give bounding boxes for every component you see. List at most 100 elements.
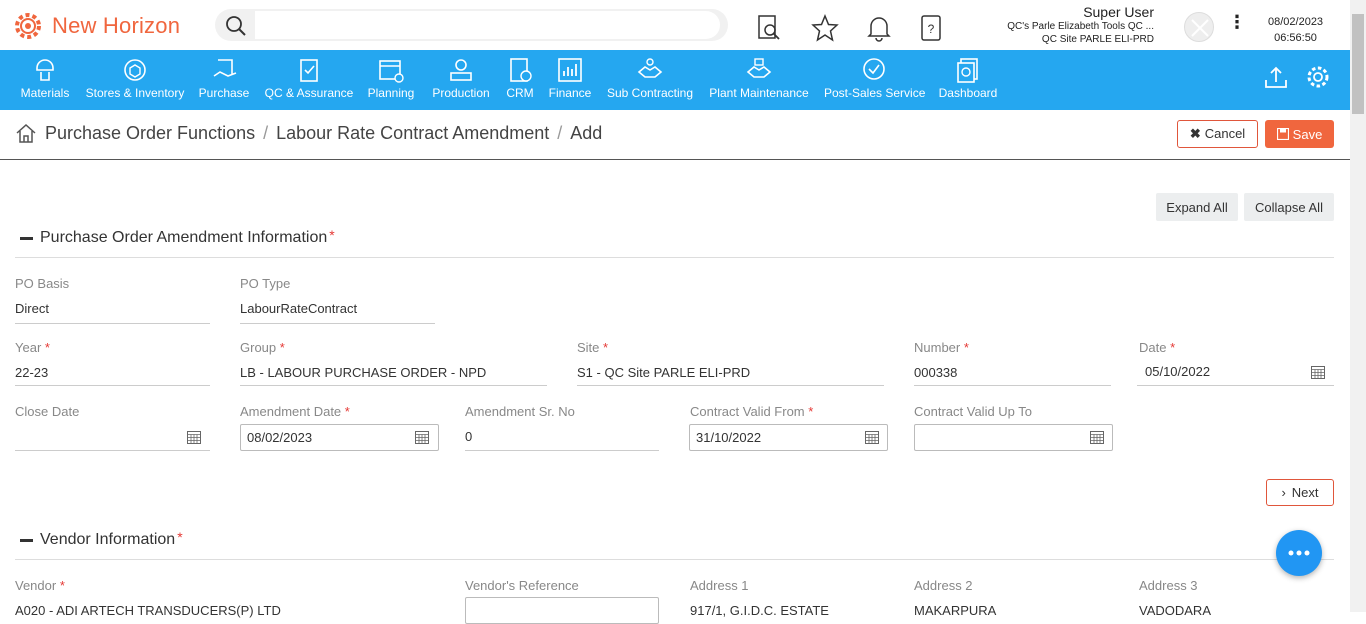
app-title: New Horizon [52,13,181,38]
expand-all-button[interactable]: Expand All [1156,193,1238,221]
chat-button[interactable] [1276,530,1322,576]
contract-valid-from-input[interactable]: 31/10/2022 [689,424,888,451]
chat-ellipsis-icon [1288,550,1310,556]
number-label: Number * [914,340,969,355]
calendar-icon[interactable] [415,430,429,444]
calendar-icon[interactable] [1311,365,1325,379]
nav-item-post-sales-service[interactable]: Post-Sales Service [824,50,926,110]
vendor-value[interactable]: A020 - ADI ARTECH TRANSDUCERS(P) LTD [15,603,281,618]
help-document-icon[interactable]: ? [920,14,942,42]
nav-label: Purchase [198,86,250,100]
nav-item-stores-inventory[interactable]: Stores & Inventory [85,50,185,110]
star-icon[interactable] [811,14,839,42]
nav-item-planning[interactable]: Planning [366,50,416,110]
nav-label: Stores & Inventory [85,86,185,100]
po-basis-label: PO Basis [15,276,70,291]
cancel-button[interactable]: ✖ Cancel [1177,120,1258,148]
next-label: Next [1291,485,1319,500]
collapse-dash-icon [20,538,33,542]
breadcrumb-item[interactable]: Labour Rate Contract Amendment [276,123,549,144]
address3-label: Address 3 [1139,578,1198,593]
user-name: Super User [1083,4,1154,20]
field-underline [914,385,1111,386]
nav-item-materials[interactable]: Materials [14,50,76,110]
planning-icon [379,60,404,83]
collapse-all-button[interactable]: Collapse All [1244,193,1334,221]
nav-label: Finance [548,86,592,100]
section-divider [15,257,1334,258]
close-icon: ✖ [1189,126,1201,141]
address2-label: Address 2 [914,578,973,593]
po-type-label: PO Type [240,276,291,291]
nav-item-finance[interactable]: Finance [548,50,592,110]
document-search-icon[interactable] [756,14,782,42]
section-vendor-info[interactable]: Vendor Information * [20,529,183,549]
search-icon[interactable] [225,15,247,37]
section-divider [15,559,1334,560]
global-search[interactable] [215,9,728,41]
site-label: Site * [577,340,609,355]
site-value: S1 - QC Site PARLE ELI-PRD [577,365,751,380]
amendment-date-input[interactable]: 08/02/2023 [240,424,439,451]
close-date-label: Close Date [15,404,80,419]
nav-item-sub-contracting[interactable]: Sub Contracting [606,50,694,110]
nav-label: Production [432,86,490,100]
contract-valid-up-to-input[interactable] [914,424,1113,451]
breadcrumb-item-current: Add [570,122,603,143]
crm-icon [510,58,532,82]
calendar-icon[interactable] [865,430,879,444]
section-title: Purchase Order Amendment Information [40,229,328,246]
required-mark: * [177,529,183,545]
next-button[interactable]: › Next [1266,479,1334,506]
user-info: Super User QC's Parle Elizabeth Tools QC… [1007,4,1154,46]
section-po-amendment-info[interactable]: Purchase Order Amendment Information * [20,227,335,247]
svg-text:?: ? [928,22,935,36]
calendar-icon[interactable] [187,430,201,444]
more-options-icon[interactable]: ⋮ [1228,12,1246,32]
app-logo[interactable]: New Horizon [12,10,180,42]
nav-item-qc-assurance[interactable]: QC & Assurance [264,50,354,110]
finance-icon [558,58,582,82]
nav-item-crm[interactable]: CRM [504,50,536,110]
header-divider [0,159,1350,160]
field-underline [240,385,547,386]
materials-icon [36,59,54,81]
bell-icon[interactable] [866,14,892,42]
avatar[interactable] [1184,12,1214,42]
section-title: Vendor Information [40,531,176,548]
amendment-sr-no-label: Amendment Sr. No [465,404,575,419]
address1-value: 917/1, G.I.D.C. ESTATE [690,603,829,618]
vendor-reference-input[interactable] [465,597,659,624]
breadcrumb: Purchase Order Functions / Labour Rate C… [15,122,602,144]
purchase-icon [213,59,237,77]
required-mark: * [329,227,335,243]
home-icon[interactable] [15,122,37,144]
date-label: Date * [1139,340,1176,355]
nav-item-production[interactable]: Production [430,50,492,110]
nav-item-dashboard[interactable]: Dashboard [938,50,998,110]
nav-item-purchase[interactable]: Purchase [196,50,252,110]
field-underline [15,385,210,386]
main-nav: Materials Stores & Inventory Purchase QC… [0,50,1350,110]
calendar-icon[interactable] [1090,430,1104,444]
nav-label: Post-Sales Service [824,86,926,100]
amendment-sr-no-value: 0 [465,429,473,444]
search-input[interactable] [255,11,720,39]
nav-label: CRM [506,86,534,100]
current-time: 06:56:50 [1274,32,1317,44]
page-scrollbar[interactable] [1350,0,1366,612]
save-label: Save [1292,126,1323,142]
breadcrumb-item[interactable]: Purchase Order Functions [45,123,255,144]
upload-icon[interactable] [1263,64,1289,90]
post-sales-icon [863,58,885,80]
nav-label: Sub Contracting [606,86,694,100]
cancel-label: Cancel [1204,126,1246,141]
address1-label: Address 1 [690,578,749,593]
nav-label: Planning [367,86,415,100]
maintenance-icon [746,58,772,78]
settings-gear-icon[interactable] [1305,64,1331,90]
save-button[interactable]: Save [1265,120,1334,148]
breadcrumb-separator: / [263,122,269,143]
group-label: Group * [240,340,285,355]
nav-item-plant-maintenance[interactable]: Plant Maintenance [708,50,810,110]
